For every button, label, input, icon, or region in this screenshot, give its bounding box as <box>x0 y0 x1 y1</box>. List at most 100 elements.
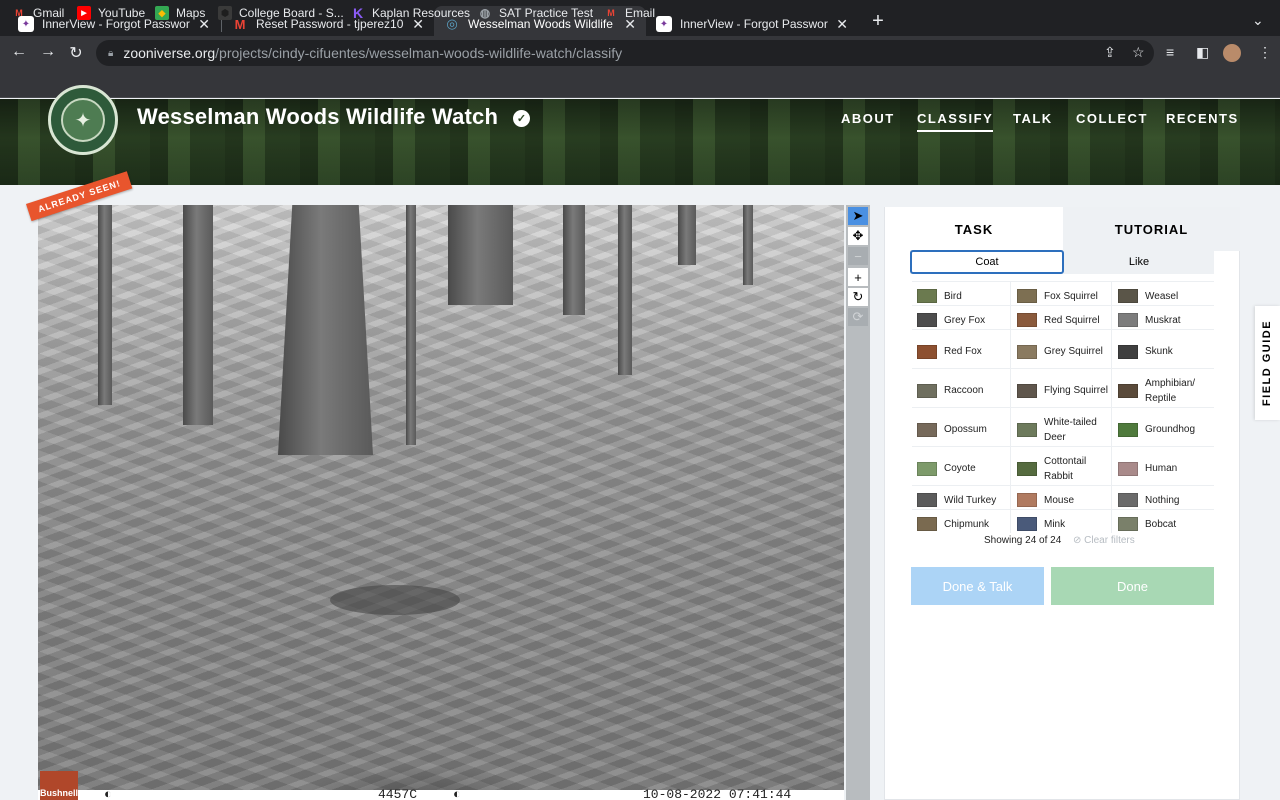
project-logo[interactable]: ✦ <box>48 85 118 155</box>
species-option[interactable]: Skunk <box>1118 333 1214 370</box>
species-label: Flying Squirrel <box>1044 385 1108 396</box>
college-board-icon: ⬢ <box>218 6 232 20</box>
species-label: Chipmunk <box>944 518 990 530</box>
tree-trunk <box>278 205 373 455</box>
new-tab-icon[interactable]: + <box>868 10 888 33</box>
showing-count: Showing 24 of 24 <box>984 535 1062 546</box>
species-option[interactable]: Opossum <box>917 411 1009 448</box>
species-option[interactable]: Human <box>1118 450 1214 487</box>
species-option[interactable]: Fox Squirrel <box>1017 285 1109 307</box>
species-option[interactable]: Red Fox <box>917 333 1009 370</box>
menu-kebab-icon[interactable]: ⋮ <box>1258 44 1272 61</box>
species-option[interactable]: Red Squirrel <box>1017 309 1109 331</box>
species-label: Coyote <box>944 463 976 474</box>
pointer-tool-icon[interactable]: ➤ <box>848 207 868 225</box>
species-thumbnail <box>917 383 937 398</box>
species-thumbnail <box>1118 422 1138 437</box>
nav-about[interactable]: ABOUT <box>841 111 895 126</box>
filter-like-button[interactable]: Like <box>1064 250 1214 274</box>
nav-classify[interactable]: CLASSIFY <box>917 111 994 132</box>
species-option[interactable]: Flying Squirrel <box>1017 372 1109 409</box>
share-icon[interactable]: ⇪ <box>1104 44 1116 61</box>
avatar[interactable] <box>1223 44 1241 62</box>
zoom-in-icon[interactable]: + <box>848 268 868 286</box>
bookmark-star-icon[interactable]: ☆ <box>1132 44 1145 61</box>
tab-tutorial[interactable]: TUTORIAL <box>1063 207 1240 251</box>
clear-filters-button[interactable]: ⊘ Clear filters <box>1073 535 1135 546</box>
bookmark-sat-practice[interactable]: ◍ SAT Practice Test <box>478 6 593 20</box>
species-option[interactable]: Nothing <box>1118 489 1214 511</box>
forward-icon[interactable]: → <box>38 43 58 61</box>
tree-trunk <box>618 205 632 375</box>
address-bar[interactable]: 🔒︎ zooniverse.org/projects/cindy-cifuent… <box>96 40 1154 66</box>
species-option[interactable]: Amphibian/ Reptile <box>1118 372 1214 409</box>
bookmark-email[interactable]: M Email <box>604 6 655 20</box>
media-control-icon[interactable]: ≡ <box>1166 44 1174 60</box>
species-option[interactable]: Wild Turkey <box>917 489 1009 511</box>
done-and-talk-button[interactable]: Done & Talk <box>911 567 1044 605</box>
nav-talk[interactable]: TALK <box>1013 111 1053 126</box>
bookmark-maps[interactable]: ◆ Maps <box>155 6 205 20</box>
species-option[interactable]: White-tailed Deer <box>1017 411 1109 448</box>
nav-recents[interactable]: RECENTS <box>1166 111 1239 126</box>
species-label: Skunk <box>1145 346 1173 357</box>
moon-phase-icon: ◐ <box>453 787 461 800</box>
species-label: Muskrat <box>1145 314 1181 326</box>
species-option[interactable]: Bird <box>917 285 1009 307</box>
species-thumbnail <box>917 493 937 507</box>
side-panel-icon[interactable]: ◧ <box>1196 44 1209 61</box>
species-thumbnail <box>1017 289 1037 303</box>
grid-divider <box>1111 281 1112 533</box>
species-thumbnail <box>1017 461 1037 476</box>
nav-collect[interactable]: COLLECT <box>1076 111 1148 126</box>
species-option[interactable]: Raccoon <box>917 372 1009 409</box>
camera-stamp-bar: ◐ 4457C ◐ 10-08-2022 07:41:44 <box>38 787 844 800</box>
species-option[interactable]: Grey Squirrel <box>1017 333 1109 370</box>
done-button[interactable]: Done <box>1051 567 1214 605</box>
species-label: Wild Turkey <box>944 494 997 506</box>
close-tab-icon[interactable]: ✕ <box>836 16 848 33</box>
species-thumbnail <box>1118 289 1138 303</box>
field-guide-tab[interactable]: FIELD GUIDE <box>1255 306 1280 420</box>
pan-tool-icon[interactable]: ✥ <box>848 227 868 245</box>
species-option[interactable]: Grey Fox <box>917 309 1009 331</box>
species-label: Bird <box>944 290 962 302</box>
species-label: Opossum <box>944 424 987 435</box>
bookmark-youtube[interactable]: ▶ YouTube <box>77 6 145 20</box>
species-label: Grey Squirrel <box>1044 346 1103 357</box>
youtube-icon: ▶ <box>77 6 91 20</box>
back-icon[interactable]: ← <box>9 43 29 61</box>
species-option[interactable]: Muskrat <box>1118 309 1214 331</box>
tab-task[interactable]: TASK <box>885 207 1063 251</box>
reset-icon[interactable]: ⟳ <box>848 308 868 326</box>
bookmark-gmail[interactable]: M Gmail <box>12 6 64 20</box>
globe-icon: ◍ <box>479 6 491 20</box>
species-option[interactable]: Weasel <box>1118 285 1214 307</box>
rotate-icon[interactable]: ↻ <box>848 288 868 306</box>
bookmark-kaplan[interactable]: K Kaplan Resources <box>351 5 470 21</box>
zoom-out-icon[interactable]: − <box>848 247 868 265</box>
project-title[interactable]: Wesselman Woods Wildlife Watch <box>137 104 498 130</box>
species-option[interactable]: Cottontail Rabbit <box>1017 450 1109 487</box>
moon-icon: ◐ <box>104 787 112 800</box>
species-option[interactable]: Bobcat <box>1118 513 1214 535</box>
maps-icon: ◆ <box>155 6 169 20</box>
species-option[interactable]: Coyote <box>917 450 1009 487</box>
tab-search-chevron-icon[interactable]: ⌄ <box>1252 12 1264 29</box>
tree-trunk <box>406 205 416 445</box>
species-option[interactable]: Groundhog <box>1118 411 1214 448</box>
kaplan-icon: K <box>352 5 364 21</box>
tree-trunk <box>678 205 696 265</box>
species-thumbnail <box>1118 461 1138 476</box>
species-thumbnail <box>917 517 937 531</box>
bookmark-college-board[interactable]: ⬢ College Board - S... <box>218 6 344 20</box>
species-option[interactable]: Mouse <box>1017 489 1109 511</box>
species-option[interactable]: Chipmunk <box>917 513 1009 535</box>
filter-coat-button[interactable]: Coat <box>910 250 1064 274</box>
subject-image[interactable]: ◐ 4457C ◐ 10-08-2022 07:41:44 Bushnell <box>38 205 844 800</box>
reload-icon[interactable]: ↻ <box>66 43 86 63</box>
tree-trunk <box>448 205 513 305</box>
species-option[interactable]: Mink <box>1017 513 1109 535</box>
species-label: Bobcat <box>1145 518 1177 530</box>
gmail-icon: M <box>15 8 23 18</box>
